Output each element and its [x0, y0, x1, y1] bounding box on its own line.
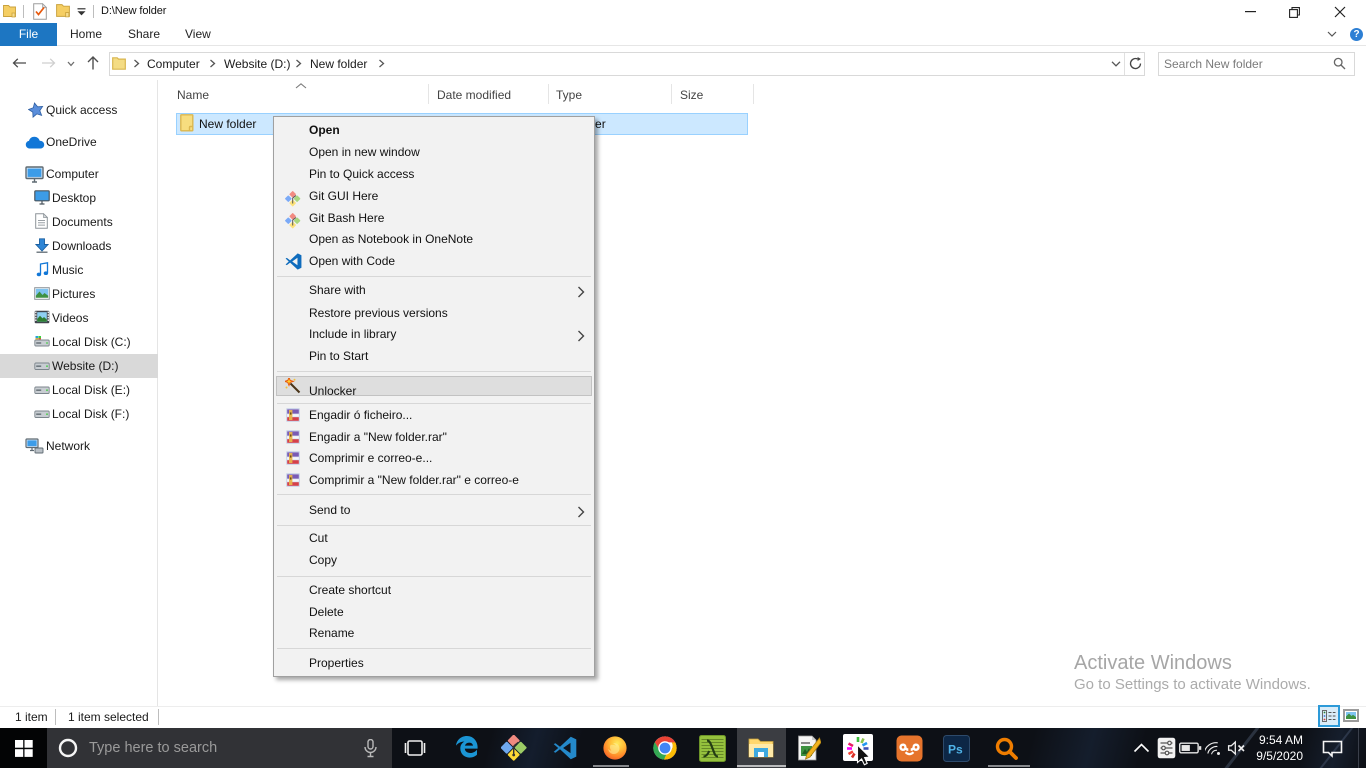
svg-text:Ps: Ps: [948, 743, 963, 757]
